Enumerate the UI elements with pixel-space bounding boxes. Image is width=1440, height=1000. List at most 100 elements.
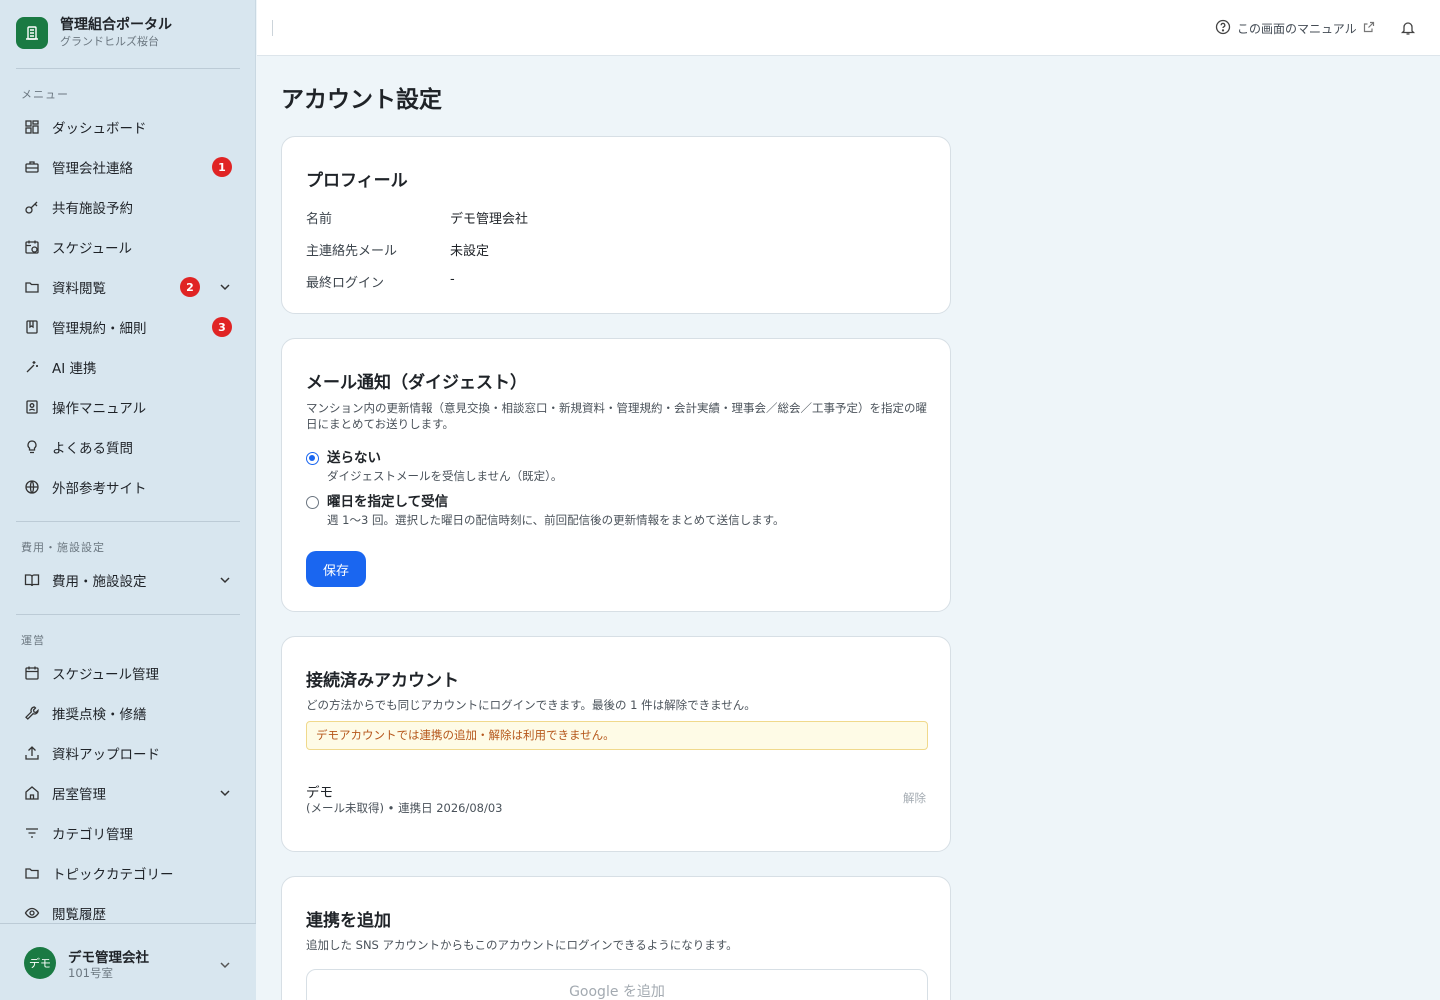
unlink-button[interactable]: 解除 — [903, 790, 926, 806]
brand-title: 管理組合ポータル — [60, 17, 172, 33]
briefcase-icon — [24, 159, 40, 175]
folder-icon — [24, 865, 40, 881]
chevron-down-icon[interactable] — [218, 279, 232, 298]
sidebar-item-faq[interactable]: よくある質問 — [16, 429, 240, 465]
sidebar-item-categories[interactable]: カテゴリ管理 — [16, 815, 240, 851]
sidebar-item-topic-categories[interactable]: トピックカテゴリー — [16, 855, 240, 891]
sidebar-item-label: 推奨点検・修繕 — [52, 707, 147, 723]
profile-value: - — [450, 272, 455, 287]
sidebar-item-rooms[interactable]: 居室管理 — [16, 775, 240, 811]
digest-option-weekday[interactable]: 曜日を指定して受信 週 1〜3 回。選択した曜日の配信時刻に、前回配信後の更新情… — [306, 493, 784, 529]
radio-label: 曜日を指定して受信 — [327, 494, 449, 510]
sidebar-item-facility-booking[interactable]: 共有施設予約 — [16, 189, 240, 225]
account-name: デモ — [306, 785, 333, 801]
manual-icon — [24, 399, 40, 415]
connected-title: 接続済みアカウント — [306, 671, 459, 691]
folder-icon — [24, 279, 40, 295]
chevron-down-icon[interactable] — [218, 957, 232, 976]
sidebar-item-label: 資料アップロード — [52, 747, 160, 763]
account-meta: (メール未取得) • 連携日 2026/08/03 — [306, 801, 503, 815]
open-book-icon — [24, 572, 40, 588]
wrench-icon — [24, 705, 40, 721]
brand-subtitle: グランドヒルズ桜台 — [60, 35, 159, 48]
dashboard-icon — [24, 119, 40, 135]
page-title: アカウント設定 — [281, 87, 442, 113]
sidebar-item-label: AI 連携 — [52, 361, 97, 377]
sidebar-item-upload[interactable]: 資料アップロード — [16, 735, 240, 771]
sidebar-item-label: カテゴリ管理 — [52, 827, 133, 843]
sidebar-divider — [16, 68, 240, 69]
digest-title: メール通知（ダイジェスト） — [306, 373, 527, 393]
sidebar-item-label: 外部参考サイト — [52, 481, 147, 497]
sidebar-item-documents[interactable]: 資料閲覧 2 — [16, 269, 240, 305]
profile-key: 最終ログイン — [306, 276, 385, 291]
profile-value: デモ管理会社 — [450, 212, 529, 227]
radio-label: 送らない — [327, 450, 381, 466]
user-name: デモ管理会社 — [68, 950, 149, 966]
upload-icon — [24, 745, 40, 761]
radio-button[interactable] — [306, 496, 319, 509]
screen-manual-link[interactable]: この画面のマニュアル — [1215, 19, 1375, 38]
brand[interactable]: 管理組合ポータル グランドヒルズ桜台 — [16, 16, 172, 50]
avatar: デモ — [24, 947, 56, 979]
sidebar-item-label: 共有施設予約 — [52, 201, 133, 217]
add-google-button[interactable]: Google を追加 — [306, 969, 928, 1000]
digest-option-none[interactable]: 送らない ダイジェストメールを受信しません（既定）。 — [306, 449, 562, 485]
sidebar-item-bylaws[interactable]: 管理規約・細則 3 — [16, 309, 240, 345]
user-menu[interactable]: デモ デモ管理会社 101号室 — [0, 923, 256, 1000]
sidebar-item-inspection[interactable]: 推奨点検・修繕 — [16, 695, 240, 731]
sidebar-item-label: 管理規約・細則 — [52, 321, 147, 337]
sidebar-item-label: 費用・施設設定 — [52, 574, 147, 590]
sidebar-item-label: スケジュール管理 — [52, 667, 160, 683]
sidebar-item-schedule[interactable]: スケジュール — [16, 229, 240, 265]
notification-badge: 2 — [180, 277, 200, 297]
sidebar-item-label: ダッシュボード — [52, 121, 147, 137]
calendar-clock-icon — [24, 239, 40, 255]
sidebar-item-label: トピックカテゴリー — [52, 867, 174, 883]
sidebar-item-label: よくある質問 — [52, 441, 133, 457]
chevron-down-icon[interactable] — [218, 785, 232, 804]
section-label-menu: メニュー — [21, 88, 69, 101]
save-button[interactable]: 保存 — [306, 551, 366, 587]
sidebar-item-fees[interactable]: 費用・施設設定 — [16, 562, 240, 598]
sidebar-item-external-sites[interactable]: 外部参考サイト — [16, 469, 240, 505]
sidebar-item-ai[interactable]: AI 連携 — [16, 349, 240, 385]
radio-button-checked[interactable] — [306, 452, 319, 465]
external-link-icon — [1363, 21, 1375, 36]
sidebar: 管理組合ポータル グランドヒルズ桜台 メニュー ダッシュボード 管理会社連絡 1… — [0, 0, 256, 1000]
section-label-fees: 費用・施設設定 — [21, 541, 105, 554]
sidebar-item-label: 居室管理 — [52, 787, 106, 803]
profile-card: プロフィール 名前 デモ管理会社 主連絡先メール 未設定 最終ログイン - — [281, 136, 951, 314]
sidebar-item-manual[interactable]: 操作マニュアル — [16, 389, 240, 425]
chevron-down-icon[interactable] — [218, 572, 232, 591]
sidebar-item-label: スケジュール — [52, 241, 133, 257]
sidebar-item-label: 管理会社連絡 — [52, 161, 133, 177]
profile-key: 主連絡先メール — [306, 244, 398, 259]
home-icon — [24, 785, 40, 801]
sidebar-divider — [16, 521, 240, 522]
profile-key: 名前 — [306, 212, 333, 227]
notification-badge: 1 — [212, 157, 232, 177]
key-icon — [24, 199, 40, 215]
notification-badge: 3 — [212, 317, 232, 337]
book-icon — [24, 319, 40, 335]
topbar: この画面のマニュアル — [257, 0, 1440, 56]
sidebar-item-management-contact[interactable]: 管理会社連絡 1 — [16, 149, 240, 185]
lightbulb-icon — [24, 439, 40, 455]
connected-description: どの方法からでも同じアカウントにログインできます。最後の 1 件は解除できません… — [306, 698, 756, 712]
topbar-separator — [272, 20, 273, 36]
add-link-description: 追加した SNS アカウントからもこのアカウントにログインできるようになります。 — [306, 938, 738, 952]
connected-accounts-card: 接続済みアカウント どの方法からでも同じアカウントにログインできます。最後の 1… — [281, 636, 951, 852]
sparkle-icon — [24, 359, 40, 375]
sidebar-divider — [16, 614, 240, 615]
sidebar-item-dashboard[interactable]: ダッシュボード — [16, 109, 240, 145]
digest-card: メール通知（ダイジェスト） マンション内の更新情報（意見交換・相談窓口・新規資料… — [281, 338, 951, 612]
user-room: 101号室 — [68, 966, 113, 980]
add-link-title: 連携を追加 — [306, 911, 391, 931]
bell-icon[interactable] — [1400, 20, 1416, 40]
radio-description: 週 1〜3 回。選択した曜日の配信時刻に、前回配信後の更新情報をまとめて送信しま… — [327, 513, 785, 527]
sidebar-item-label: 操作マニュアル — [52, 401, 147, 417]
help-circle-icon — [1215, 19, 1231, 38]
add-link-card: 連携を追加 追加した SNS アカウントからもこのアカウントにログインできるよう… — [281, 876, 951, 1000]
sidebar-item-schedule-admin[interactable]: スケジュール管理 — [16, 655, 240, 691]
